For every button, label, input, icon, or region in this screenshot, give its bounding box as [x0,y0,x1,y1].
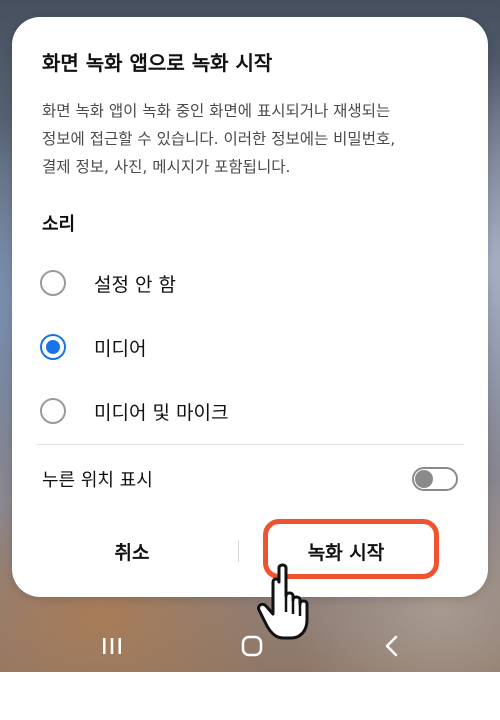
sound-section-label: 소리 [42,214,76,235]
home-icon[interactable] [238,634,266,658]
option-media[interactable]: 미디어 [38,321,462,373]
radio-button-selected[interactable] [40,334,66,360]
show-touches-row[interactable]: 누른 위치 표시 [42,457,458,501]
option-media-and-mic[interactable]: 미디어 및 마이크 [38,385,462,437]
dialog-title: 화면 녹화 앱으로 녹화 시작 [42,51,273,75]
radio-button[interactable] [40,398,66,424]
dialog-description: 화면 녹화 앱이 녹화 중인 화면에 표시되거나 재생되는 정보에 접근할 수 … [42,97,462,181]
option-label: 설정 안 함 [94,273,176,296]
navigation-bar [0,620,500,672]
radio-button[interactable] [40,270,66,296]
show-touches-label: 누른 위치 표시 [42,470,153,491]
cancel-button[interactable]: 취소 [42,525,222,577]
option-none[interactable]: 설정 안 함 [38,257,462,309]
bottom-blank-area [0,672,500,720]
screen-record-dialog: 화면 녹화 앱으로 녹화 시작 화면 녹화 앱이 녹화 중인 화면에 표시되거나… [12,17,488,597]
toggle-knob [415,470,433,488]
button-separator [238,540,239,562]
back-icon[interactable] [378,634,406,658]
option-label: 미디어 및 마이크 [94,401,229,424]
description-line: 화면 녹화 앱이 녹화 중인 화면에 표시되거나 재생되는 [42,102,391,120]
option-label: 미디어 [94,337,147,360]
show-touches-toggle[interactable] [412,467,458,491]
description-line: 정보에 접근할 수 있습니다. 이러한 정보에는 비밀번호, [42,130,396,148]
recent-apps-icon[interactable] [98,634,126,658]
divider [36,444,464,445]
description-line: 결제 정보, 사진, 메시지가 포함됩니다. [42,158,291,176]
